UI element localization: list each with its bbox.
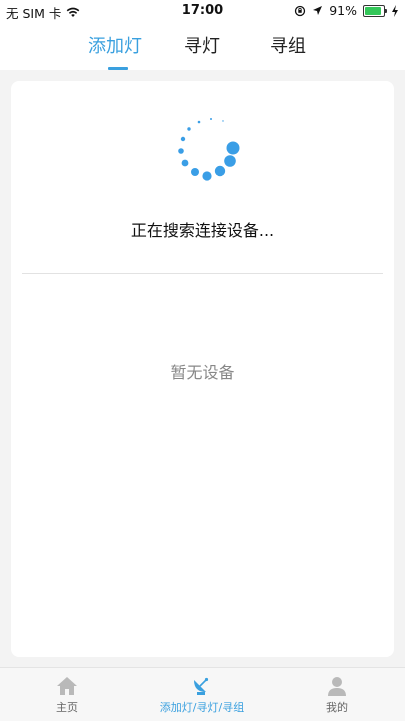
divider <box>22 273 383 274</box>
empty-state-text: 暂无设备 <box>170 363 235 382</box>
satellite-dish-icon <box>194 677 209 695</box>
tabbar-profile-label: 我的 <box>326 701 348 714</box>
active-tab-indicator <box>108 67 128 70</box>
tabbar-item-add-find[interactable]: 添加灯/寻灯/寻组 <box>152 676 252 715</box>
status-right: 91% <box>294 3 399 18</box>
tabbar-item-home[interactable]: 主页 <box>17 676 117 715</box>
tab-add-light[interactable]: 添加灯 <box>88 32 142 58</box>
battery-fill <box>365 6 382 15</box>
charging-icon <box>392 4 398 17</box>
tab-find-light[interactable]: 寻灯 <box>184 32 220 58</box>
tabbar-add-find-label: 添加灯/寻灯/寻组 <box>159 701 245 714</box>
rotation-lock-icon <box>295 5 306 16</box>
bottom-tab-bar: 主页 添加灯/寻灯/寻组 我的 <box>0 667 405 721</box>
status-bar: 无 SIM 卡 17:00 91% <box>0 0 405 22</box>
battery-percent: 91% <box>329 3 357 18</box>
header-tabs: 添加灯 寻灯 寻组 <box>0 22 405 70</box>
device-search-card: 正在搜索连接设备... 暂无设备 <box>11 81 394 657</box>
tabbar-item-profile[interactable]: 我的 <box>287 676 387 715</box>
user-icon <box>328 677 346 696</box>
tabbar-home-label: 主页 <box>56 701 78 714</box>
home-icon <box>57 677 77 695</box>
searching-status-text: 正在搜索连接设备... <box>130 221 275 240</box>
location-icon <box>313 6 323 15</box>
battery-icon <box>363 4 387 17</box>
tab-find-group[interactable]: 寻组 <box>270 32 306 58</box>
loading-spinner-icon <box>178 118 240 181</box>
